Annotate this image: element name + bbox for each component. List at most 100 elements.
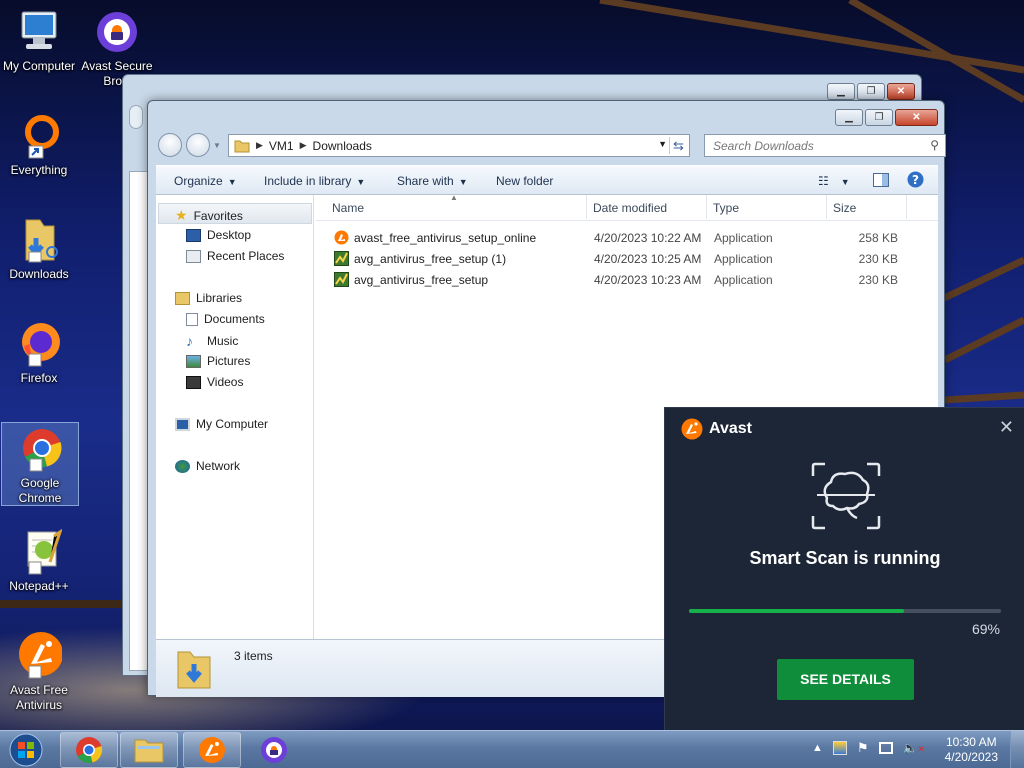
- desktop-icon-label: My Computer: [2, 59, 76, 73]
- file-size: 258 KB: [858, 231, 898, 245]
- minimize-button[interactable]: ▁: [835, 109, 863, 126]
- nav-label: Recent Places: [207, 249, 285, 263]
- maximize-button[interactable]: ❐: [857, 83, 885, 100]
- folder-icon: [134, 739, 164, 763]
- volume-muted-icon[interactable]: 🔈✕: [903, 741, 926, 755]
- taskbar-chrome[interactable]: [60, 732, 118, 768]
- column-divider[interactable]: [706, 195, 707, 219]
- nav-label: Desktop: [207, 228, 252, 242]
- show-hidden-icons-icon[interactable]: ▲: [812, 742, 823, 754]
- include-in-library-button[interactable]: Include in library ▼: [264, 174, 365, 188]
- see-details-button[interactable]: SEE DETAILS: [777, 659, 914, 700]
- file-type: Application: [714, 231, 773, 245]
- help-button[interactable]: ?: [907, 171, 924, 191]
- preview-pane-button[interactable]: [873, 173, 889, 190]
- close-button[interactable]: ✕: [887, 83, 915, 100]
- desktop-icon-label: Avast Free: [10, 683, 68, 697]
- search-input[interactable]: Search Downloads ⚲: [704, 134, 946, 157]
- breadcrumb-downloads[interactable]: Downloads: [313, 139, 372, 153]
- nav-libraries[interactable]: Libraries: [175, 291, 242, 305]
- minimize-button[interactable]: ▁: [827, 83, 855, 100]
- column-name[interactable]: Name: [332, 201, 364, 215]
- nav-desktop[interactable]: Desktop: [186, 228, 251, 242]
- libraries-icon: [175, 291, 190, 305]
- svg-text:?: ?: [912, 173, 919, 187]
- desktop-icon-notepadpp[interactable]: Notepad++: [0, 528, 78, 594]
- taskbar: ▲ ⚑ 🔈✕ 10:30 AM 4/20/2023: [0, 730, 1024, 768]
- network-status-icon[interactable]: [878, 742, 893, 754]
- close-button[interactable]: ✕: [895, 109, 938, 126]
- file-row[interactable]: avg_antivirus_free_setup (1) 4/20/2023 1…: [316, 248, 938, 269]
- action-center-flag-icon[interactable]: ⚑: [857, 740, 869, 756]
- file-size: 230 KB: [858, 252, 898, 266]
- nav-videos[interactable]: Videos: [186, 375, 243, 389]
- show-desktop-button[interactable]: [1010, 731, 1024, 768]
- column-divider[interactable]: [586, 195, 587, 219]
- scan-status-title: Smart Scan is running: [749, 548, 941, 568]
- clock[interactable]: 10:30 AM 4/20/2023: [945, 735, 998, 765]
- desktop-icon-downloads[interactable]: Downloads: [0, 216, 78, 282]
- avast-setup-icon: [334, 230, 349, 245]
- nav-network[interactable]: Network: [175, 459, 240, 473]
- nav-documents[interactable]: Documents: [186, 312, 265, 326]
- include-label: Include in library: [264, 174, 352, 188]
- address-dropdown-icon[interactable]: ▼: [658, 139, 667, 149]
- recent-pages-chevron-icon[interactable]: ▼: [213, 141, 221, 150]
- clock-time: 10:30 AM: [945, 735, 997, 749]
- avast-notification[interactable]: Avast ✕ Smart Scan is running 69% SEE DE…: [664, 407, 1024, 730]
- close-icon[interactable]: ✕: [999, 418, 1014, 436]
- desktop-icon-label-2: Antivirus: [15, 698, 62, 712]
- breadcrumb-separator-icon: ▶: [256, 140, 263, 150]
- nav-pictures[interactable]: Pictures: [186, 354, 250, 368]
- desktop-icon-firefox[interactable]: Firefox: [0, 320, 78, 386]
- refresh-icon[interactable]: ⇆: [669, 137, 687, 154]
- clock-date: 4/20/2023: [944, 750, 998, 764]
- nav-label: Videos: [207, 375, 244, 389]
- file-row[interactable]: avast_free_antivirus_setup_online 4/20/2…: [316, 227, 938, 248]
- desktop-icon-my-computer[interactable]: My Computer: [0, 8, 78, 74]
- file-row[interactable]: avg_antivirus_free_setup 4/20/2023 10:23…: [316, 269, 938, 290]
- breadcrumb-vm1[interactable]: VM1: [269, 139, 294, 153]
- taskbar-avast-secure-browser[interactable]: [245, 732, 303, 768]
- desktop-icon-everything[interactable]: Everything: [0, 112, 78, 178]
- computer-icon: [175, 417, 190, 431]
- search-icon[interactable]: ⚲: [930, 138, 939, 152]
- new-folder-label: New folder: [496, 174, 554, 188]
- desktop-icon-avast-free-antivirus[interactable]: Avast Free Antivirus: [0, 630, 78, 713]
- address-bar[interactable]: ▶ VM1 ▶ Downloads ▼ ⇆: [228, 134, 690, 157]
- nav-label: Network: [196, 459, 241, 473]
- scan-progress-fill: [689, 609, 905, 613]
- nav-favorites[interactable]: ★ Favorites: [175, 207, 243, 224]
- tray-app-icon[interactable]: [832, 741, 847, 755]
- documents-icon: [186, 312, 198, 326]
- change-view-button[interactable]: ☷ ▼: [818, 174, 850, 188]
- windows-logo-icon: [9, 733, 43, 767]
- column-divider[interactable]: [906, 195, 907, 219]
- start-button[interactable]: [4, 731, 48, 768]
- share-label: Share with: [397, 174, 454, 188]
- back-button[interactable]: [158, 133, 182, 157]
- nav-my-computer[interactable]: My Computer: [175, 417, 268, 431]
- nav-label: My Computer: [196, 417, 269, 431]
- desktop-icon-label: Downloads: [9, 267, 69, 281]
- nav-recent-places[interactable]: Recent Places: [186, 249, 284, 263]
- file-date: 4/20/2023 10:23 AM: [594, 273, 702, 287]
- maximize-button[interactable]: ❐: [865, 109, 893, 126]
- organize-label: Organize: [174, 174, 223, 188]
- taskbar-explorer[interactable]: [120, 732, 178, 768]
- column-divider[interactable]: [826, 195, 827, 219]
- videos-icon: [186, 375, 201, 389]
- column-headers: ▲ Name Date modified Type Size: [316, 193, 938, 221]
- new-folder-button[interactable]: New folder: [496, 174, 553, 188]
- column-type[interactable]: Type: [713, 201, 739, 215]
- column-date-modified[interactable]: Date modified: [593, 201, 667, 215]
- organize-button[interactable]: Organize ▼: [174, 174, 237, 188]
- column-size[interactable]: Size: [833, 201, 856, 215]
- nav-music[interactable]: ♪ Music: [186, 333, 238, 349]
- desktop-icon-google-chrome[interactable]: Google Chrome: [1, 422, 79, 506]
- navigation-pane: ★ Favorites Desktop Recent Places Librari…: [156, 195, 314, 639]
- forward-button[interactable]: [186, 133, 210, 157]
- help-icon: ?: [907, 171, 924, 188]
- share-with-button[interactable]: Share with ▼: [397, 174, 468, 188]
- taskbar-avast[interactable]: [183, 732, 241, 768]
